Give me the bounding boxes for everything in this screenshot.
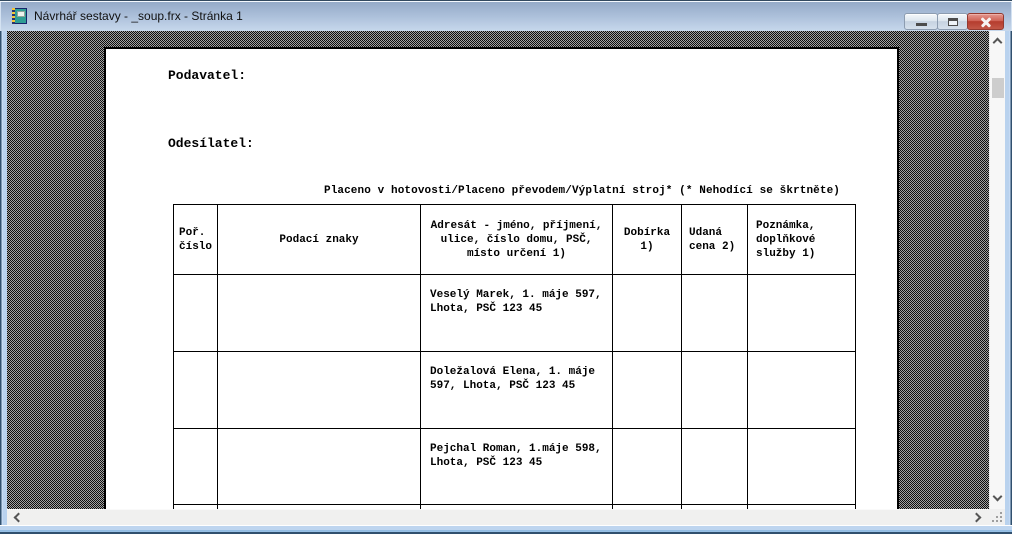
chevron-left-icon bbox=[14, 513, 24, 523]
report-designer-window: Návrhář sestavy - _soup.frx - Stránka 1 … bbox=[0, 0, 1012, 534]
cell-por-cislo bbox=[174, 352, 218, 429]
scroll-up-button[interactable] bbox=[990, 33, 1006, 49]
cell-adresat: Veselý Marek, 1. máje 597, Lhota, PSČ 12… bbox=[421, 275, 613, 352]
maximize-icon bbox=[948, 18, 958, 26]
report-table: Poř. číslo Podací znaky Adresát - jméno,… bbox=[173, 204, 856, 509]
maximize-button[interactable] bbox=[937, 13, 968, 30]
cell-por-cislo bbox=[174, 275, 218, 352]
column-header-por-cislo: Poř. číslo bbox=[174, 205, 218, 275]
cell-adresat: Pejchal Roman, 1.máje 598, Lhota, PSČ 12… bbox=[421, 429, 613, 505]
chevron-up-icon bbox=[993, 38, 1003, 48]
window-title: Návrhář sestavy - _soup.frx - Stránka 1 bbox=[34, 1, 243, 32]
report-page: Podavatel: Odesílatel: Placeno v hotovos… bbox=[104, 47, 899, 509]
cell-podaci-znaky bbox=[218, 352, 421, 429]
cell-adresat: Doležalová Elena, 1. máje 597, Lhota, PS… bbox=[421, 352, 613, 429]
preview-viewport: Podavatel: Odesílatel: Placeno v hotovos… bbox=[7, 31, 989, 509]
cell-poznamka bbox=[748, 352, 856, 429]
cell-poznamka bbox=[748, 429, 856, 505]
report-notebook-icon bbox=[11, 8, 27, 25]
table-header-row: Poř. číslo Podací znaky Adresát - jméno,… bbox=[174, 205, 856, 275]
chevron-right-icon bbox=[972, 513, 982, 523]
close-button[interactable] bbox=[967, 13, 1004, 30]
column-header-poznamka: Poznámka, doplňkové služby 1) bbox=[748, 205, 856, 275]
close-icon bbox=[980, 17, 992, 27]
cell-podaci-znaky bbox=[218, 429, 421, 505]
table-row: Pejchal Roman, 1.máje 598, Lhota, PSČ 12… bbox=[174, 429, 856, 505]
cell-dobirka bbox=[613, 352, 682, 429]
minimize-button[interactable] bbox=[904, 13, 938, 30]
column-header-adresat: Adresát - jméno, příjmení, ulice, číslo … bbox=[421, 205, 613, 275]
vertical-scrollbar-thumb[interactable] bbox=[992, 78, 1004, 98]
window-controls bbox=[905, 13, 1004, 30]
minimize-icon bbox=[916, 23, 927, 26]
column-header-udana-cena: Udaná cena 2) bbox=[682, 205, 748, 275]
odesilatel-label: Odesílatel: bbox=[168, 136, 254, 151]
window-frame-left bbox=[0, 31, 7, 525]
window-frame-bottom bbox=[0, 525, 1012, 534]
cell-udana-cena bbox=[682, 275, 748, 352]
column-header-dobirka: Dobírka 1) bbox=[613, 205, 682, 275]
column-header-podaci-znaky: Podací znaky bbox=[218, 205, 421, 275]
cell-por-cislo bbox=[174, 429, 218, 505]
vertical-scrollbar[interactable] bbox=[989, 31, 1005, 509]
chevron-down-icon bbox=[993, 492, 1003, 502]
scroll-down-button[interactable] bbox=[990, 491, 1006, 507]
podavatel-label: Podavatel: bbox=[168, 68, 246, 83]
cell-udana-cena bbox=[682, 352, 748, 429]
table-title: Placeno v hotovosti/Placeno převodem/Výp… bbox=[324, 185, 840, 197]
table-row: Veselý Marek, 1. máje 597, Lhota, PSČ 12… bbox=[174, 275, 856, 352]
horizontal-scrollbar[interactable] bbox=[7, 509, 989, 525]
resize-grip[interactable] bbox=[989, 509, 1005, 525]
scroll-right-button[interactable] bbox=[971, 510, 987, 526]
cell-dobirka bbox=[613, 429, 682, 505]
cell-podaci-znaky bbox=[218, 275, 421, 352]
cell-dobirka bbox=[613, 275, 682, 352]
table-row: Doležalová Elena, 1. máje 597, Lhota, PS… bbox=[174, 352, 856, 429]
cell-udana-cena bbox=[682, 429, 748, 505]
scroll-left-button[interactable] bbox=[9, 510, 25, 526]
cell-poznamka bbox=[748, 275, 856, 352]
window-frame-right bbox=[1005, 31, 1012, 525]
titlebar[interactable]: Návrhář sestavy - _soup.frx - Stránka 1 bbox=[0, 0, 1012, 31]
